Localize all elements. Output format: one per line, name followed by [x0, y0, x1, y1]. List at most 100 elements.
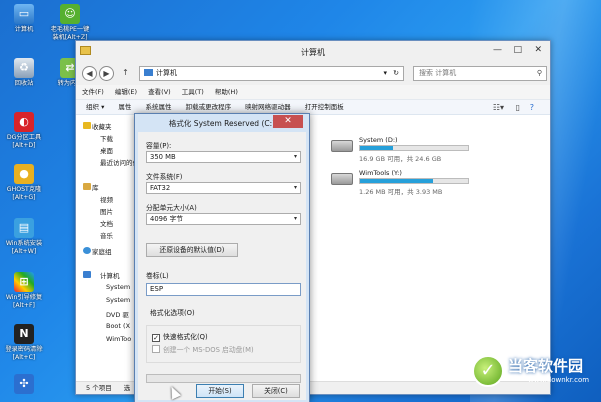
desktop-icon-tool[interactable]: ✣ — [0, 374, 52, 396]
chevron-down-icon: ▾ — [293, 184, 297, 191]
msdos-disk-checkbox[interactable]: 创建一个 MS-DOS 启动盘(M) — [152, 344, 254, 354]
nav-downloads[interactable]: 下载 — [100, 133, 113, 143]
search-placeholder: 搜索 计算机 — [419, 69, 457, 77]
filesystem-value: FAT32 — [150, 184, 171, 192]
watermark-url: www.downkr.com — [528, 376, 590, 384]
minimize-icon[interactable]: — — [493, 45, 502, 55]
explorer-titlebar[interactable]: 计算机 — □ ✕ — [76, 41, 550, 63]
drive-usage-bar — [359, 145, 469, 151]
toolbar-map-drive[interactable]: 映射网络驱动器 — [245, 103, 291, 111]
dialog-body: 容量(P): 350 MB ▾ 文件系统(F) FAT32 ▾ 分配单元大小(A… — [138, 132, 306, 400]
nav-drive-3[interactable]: DVD 驱 — [106, 309, 129, 319]
password-clear-icon: N — [14, 324, 34, 344]
nav-drive-1[interactable]: System — [106, 283, 130, 291]
tool-icon: ✣ — [14, 374, 34, 394]
address-bar[interactable]: 计算机 ▾ ↻ — [139, 66, 404, 81]
nav-drive-5[interactable]: WimToo — [106, 335, 131, 343]
msdos-disk-label: 创建一个 MS-DOS 启动盘(M) — [163, 346, 254, 354]
win-install-icon: ▤ — [14, 218, 34, 238]
hard-drive-icon — [331, 173, 353, 185]
desktop-icon-win-install[interactable]: ▤ Win系统安装 [Alt+W] — [0, 218, 52, 256]
allocation-value: 4096 字节 — [150, 215, 184, 223]
nav-libraries[interactable]: 库 — [92, 182, 99, 192]
menu-file[interactable]: 文件(F) — [82, 88, 104, 96]
dialog-close-button[interactable]: ✕ — [273, 115, 303, 128]
checkbox-box: ✓ — [152, 334, 160, 342]
view-options-icon[interactable]: ☷▾ — [493, 100, 504, 115]
menu-edit[interactable]: 编辑(E) — [115, 88, 137, 96]
desktop-icon-password-clear[interactable]: N 登录密码清除 [Alt+C] — [0, 324, 52, 362]
close-icon[interactable]: ✕ — [534, 45, 542, 55]
desktop-icon-ghost[interactable]: ● GHOST克隆 [Alt+G] — [0, 164, 52, 202]
allocation-select[interactable]: 4096 字节 ▾ — [146, 213, 301, 225]
toolbar-control-panel[interactable]: 打开控制面板 — [305, 103, 344, 111]
nav-videos[interactable]: 视频 — [100, 194, 113, 204]
menu-view[interactable]: 查看(V) — [148, 88, 171, 96]
nav-homegroup[interactable]: 家庭组 — [92, 246, 112, 256]
drive-item-system[interactable]: System (D:) 16.9 GB 可用，共 24.6 GB — [331, 136, 491, 166]
chevron-down-icon: ▾ — [293, 215, 297, 222]
toolbar-system-properties[interactable]: 系统属性 — [146, 103, 172, 111]
close-button[interactable]: 关闭(C) — [252, 384, 300, 398]
drive-name: System (D:) — [359, 136, 398, 144]
drive-usage-fill — [360, 179, 434, 183]
preview-pane-icon[interactable]: ▯ — [516, 100, 520, 115]
refresh-icon[interactable]: ↻ — [393, 67, 399, 80]
nav-computer[interactable]: 计算机 — [100, 270, 120, 280]
maximize-icon[interactable]: □ — [513, 45, 522, 55]
ghost-icon: ● — [14, 164, 34, 184]
filesystem-select[interactable]: FAT32 ▾ — [146, 182, 301, 194]
capacity-value: 350 MB — [150, 153, 176, 161]
drive-free-text: 16.9 GB 可用，共 24.6 GB — [359, 155, 442, 163]
nav-desktop[interactable]: 桌面 — [100, 145, 113, 155]
allocation-label: 分配单元大小(A) — [146, 204, 197, 212]
format-dialog: 格式化 System Reserved (C:) ✕ 容量(P): 350 MB… — [134, 113, 310, 402]
drive-free-text: 1.26 MB 可用，共 3.93 MB — [359, 188, 443, 196]
onekey-install-icon: ☺ — [60, 4, 80, 24]
status-item-count: 5 个项目 — [86, 384, 112, 392]
toolbar-uninstall[interactable]: 卸载或更改程序 — [186, 103, 232, 111]
start-button[interactable]: 开始(S) — [196, 384, 244, 398]
boot-repair-icon: ⊞ — [14, 272, 34, 292]
nav-music[interactable]: 音乐 — [100, 230, 113, 240]
nav-documents[interactable]: 文档 — [100, 218, 113, 228]
back-button[interactable]: ◀ — [82, 66, 97, 81]
capacity-select[interactable]: 350 MB ▾ — [146, 151, 301, 163]
desktop-icon-partition-tool[interactable]: ◐ DG分区工具 [Alt+D] — [0, 112, 52, 150]
filesystem-label: 文件系统(F) — [146, 173, 183, 181]
volume-label-input[interactable]: ESP — [146, 283, 301, 296]
nav-pictures[interactable]: 图片 — [100, 206, 113, 216]
star-icon — [83, 122, 91, 129]
navigation-bar: ◀ ▶ ↑ 计算机 ▾ ↻ 搜索 计算机 ⚲ — [76, 63, 550, 85]
watermark: ✓ 当客软件园 www.downkr.com — [472, 353, 600, 398]
help-icon[interactable]: ? — [530, 100, 534, 115]
recycle-bin-icon: ♻ — [14, 58, 34, 78]
quick-format-label: 快速格式化(Q) — [163, 333, 208, 341]
search-input[interactable]: 搜索 计算机 ⚲ — [413, 66, 547, 81]
up-button[interactable]: ↑ — [118, 66, 133, 81]
format-options-label: 格式化选项(O) — [150, 309, 195, 317]
checkbox-box — [152, 345, 160, 353]
drive-item-wimtools[interactable]: WimTools (Y:) 1.26 MB 可用，共 3.93 MB — [331, 169, 491, 199]
toolbar-organize[interactable]: 组织 ▾ — [86, 103, 104, 111]
nav-drive-2[interactable]: System — [106, 296, 130, 304]
capacity-label: 容量(P): — [146, 142, 172, 150]
toolbar-properties[interactable]: 属性 — [118, 103, 131, 111]
forward-button[interactable]: ▶ — [99, 66, 114, 81]
desktop-icon-onekey-install[interactable]: ☺ 老毛桃PE一键 装机[Alt+Z] — [42, 4, 98, 42]
dialog-titlebar[interactable]: 格式化 System Reserved (C:) ✕ — [135, 114, 309, 132]
nav-favorites[interactable]: 收藏夹 — [92, 121, 112, 131]
library-icon — [83, 183, 91, 190]
watermark-logo-icon: ✓ — [472, 355, 504, 387]
restore-defaults-button[interactable]: 还原设备的默认值(D) — [146, 243, 238, 257]
menu-tools[interactable]: 工具(T) — [182, 88, 204, 96]
menu-help[interactable]: 帮助(H) — [215, 88, 238, 96]
navigation-pane: 收藏夹 下载 桌面 最近访问的位置 库 视频 图片 文档 音乐 家庭组 计算机 … — [76, 116, 146, 382]
quick-format-checkbox[interactable]: ✓ 快速格式化(Q) — [152, 331, 208, 342]
nav-drive-4[interactable]: Boot (X — [106, 322, 130, 330]
desktop-icon-boot-repair[interactable]: ⊞ Win引导修复 [Alt+F] — [0, 272, 52, 310]
format-progress-bar — [146, 374, 301, 383]
address-dropdown-icon[interactable]: ▾ — [383, 67, 387, 80]
computer-icon: ▭ — [14, 4, 34, 24]
address-text: 计算机 — [156, 69, 177, 77]
